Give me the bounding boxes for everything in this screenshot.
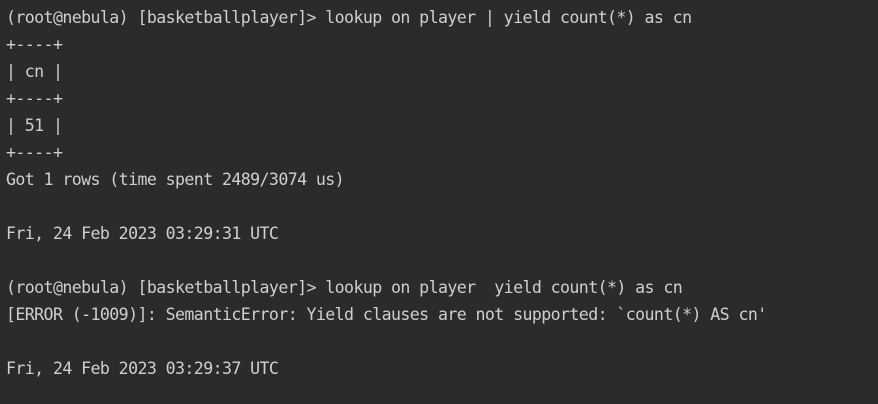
command-line: (root@nebula) [basketballplayer]> lookup… (6, 8, 692, 27)
table-border: +----+ (6, 89, 63, 108)
result-summary: Got 1 rows (time spent 2489/3074 us) (6, 170, 345, 189)
timestamp: Fri, 24 Feb 2023 03:29:31 UTC (6, 224, 279, 243)
error-message: [ERROR (-1009)]: SemanticError: Yield cl… (6, 305, 767, 324)
table-border: +----+ (6, 143, 63, 162)
table-border: +----+ (6, 35, 63, 54)
terminal-output[interactable]: (root@nebula) [basketballplayer]> lookup… (6, 4, 767, 382)
table-header: | cn | (6, 62, 63, 81)
timestamp: Fri, 24 Feb 2023 03:29:37 UTC (6, 359, 279, 378)
table-row: | 51 | (6, 116, 63, 135)
command-line: (root@nebula) [basketballplayer]> lookup… (6, 278, 683, 297)
